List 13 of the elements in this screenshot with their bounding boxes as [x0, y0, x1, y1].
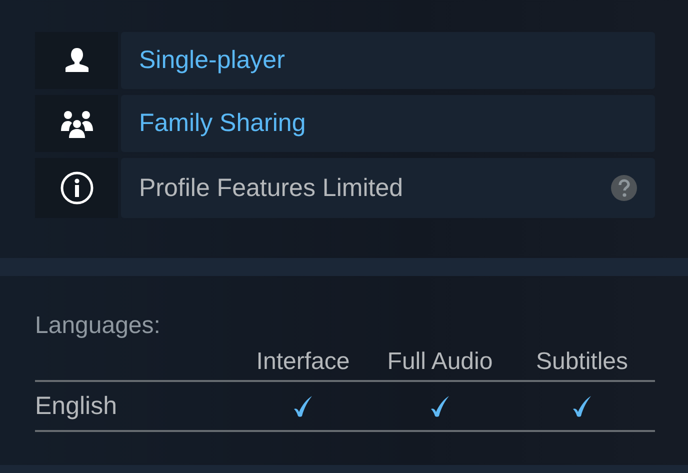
language-name: English [35, 382, 235, 432]
feature-link[interactable]: Family Sharing [139, 109, 306, 138]
column-header: Subtitles [509, 348, 655, 382]
column-header: Full Audio [371, 348, 509, 382]
feature-link[interactable]: Single-player [139, 46, 285, 75]
info-icon [60, 171, 94, 205]
feature-row[interactable]: Family Sharing [121, 95, 655, 152]
languages-heading: Languages: [35, 312, 162, 341]
feature-label: Profile Features Limited [139, 174, 404, 202]
group-icon [60, 108, 94, 138]
column-header: Interface [235, 348, 371, 382]
feature-row[interactable]: Single-player [121, 32, 655, 89]
help-icon[interactable] [610, 174, 638, 202]
